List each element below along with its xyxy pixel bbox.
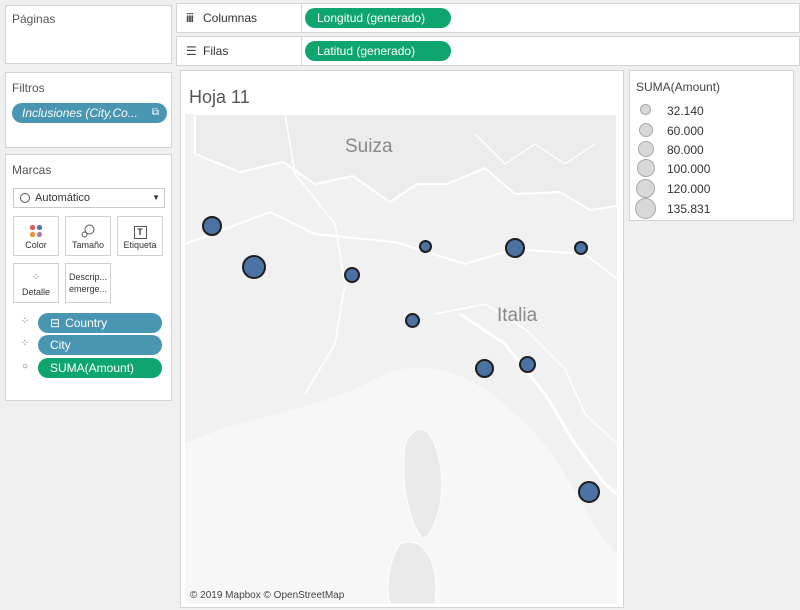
city-mark[interactable] (419, 240, 432, 253)
pages-title: Páginas (12, 12, 56, 26)
sheet-title: Hoja 11 (189, 87, 250, 107)
tooltip-button-label: Descrip... emerge... (69, 272, 108, 294)
circle-icon (640, 104, 651, 115)
collapse-icon: ⊟ (50, 316, 61, 330)
columns-icon: iii (186, 11, 194, 25)
size-icon (66, 222, 110, 240)
city-mark[interactable] (574, 241, 588, 255)
map-view[interactable]: Suiza Italia © 2019 Mapbox © OpenStreetM… (185, 114, 617, 604)
legend-entry: 100.000 (630, 159, 790, 178)
amount-pill[interactable]: SUMA(Amount) (38, 358, 162, 378)
link-icon: ⧉ (151, 107, 159, 118)
pages-card[interactable]: Páginas (5, 5, 172, 64)
filter-pill-label: Inclusiones (City,Co... (22, 106, 138, 120)
label-button[interactable]: T Etiqueta (117, 216, 163, 256)
map-attribution: © 2019 Mapbox © OpenStreetMap (190, 590, 345, 601)
latitude-pill[interactable]: Latitud (generado) (305, 41, 451, 61)
longitude-pill[interactable]: Longitud (generado) (305, 8, 451, 28)
tooltip-button[interactable]: Descrip... emerge... (65, 263, 111, 303)
legend-entry: 80.000 (630, 141, 790, 159)
detail-icon: ⁘ (20, 316, 30, 327)
marks-title: Marcas (12, 163, 52, 177)
detail-icon: ⁘ (20, 338, 30, 349)
country-pill-label: Country (65, 316, 108, 330)
city-pill[interactable]: City (38, 335, 162, 355)
filter-pill-inclusions[interactable]: Inclusiones (City,Co... ⧉ (12, 103, 167, 123)
legend-value: 100.000 (667, 162, 711, 176)
city-mark[interactable] (202, 216, 222, 236)
legend-value: 120.000 (667, 182, 711, 196)
size-icon: ○ (21, 361, 29, 372)
columns-shelf[interactable]: iii Columnas Longitud (generado) (176, 3, 800, 33)
columns-label: Columnas (203, 11, 258, 25)
text-icon: T (118, 222, 162, 240)
circle-icon (635, 198, 656, 219)
map-background (185, 114, 617, 604)
legend-entry: 120.000 (630, 179, 790, 198)
label-button-label: Etiqueta (123, 240, 157, 250)
legend-value: 80.000 (667, 143, 704, 157)
detail-button-label: Detalle (21, 287, 50, 297)
size-legend[interactable]: SUMA(Amount) 32.140 60.000 80.000 100.00… (629, 70, 794, 221)
rows-icon: ☰ (186, 44, 197, 58)
detail-icon: ⁘ (31, 272, 41, 283)
color-button[interactable]: Color (13, 216, 59, 256)
size-button[interactable]: Tamaño (65, 216, 111, 256)
dropdown-arrow-icon: ▼ (152, 193, 160, 202)
legend-value: 60.000 (667, 124, 704, 138)
circle-icon (636, 179, 655, 198)
city-mark[interactable] (242, 255, 266, 279)
circle-icon (638, 141, 654, 157)
city-mark[interactable] (475, 359, 494, 378)
circle-icon (637, 159, 655, 177)
columns-shelf-header: iii Columnas (177, 4, 302, 32)
legend-value: 135.831 (667, 202, 711, 216)
detail-button[interactable]: ⁘ Detalle (13, 263, 59, 303)
rows-shelf[interactable]: ☰ Filas Latitud (generado) (176, 36, 800, 66)
city-mark[interactable] (519, 356, 536, 373)
legend-title: SUMA(Amount) (636, 80, 721, 94)
circle-outline-icon (20, 193, 30, 203)
city-mark[interactable] (344, 267, 360, 283)
legend-entry: 135.831 (630, 198, 790, 219)
filters-card[interactable]: Filtros Inclusiones (City,Co... ⧉ (5, 72, 172, 148)
city-mark[interactable] (505, 238, 525, 258)
rows-shelf-header: ☰ Filas (177, 37, 302, 65)
map-label-italia: Italia (497, 305, 538, 326)
city-mark[interactable] (578, 481, 600, 503)
legend-entry: 60.000 (630, 122, 790, 140)
filters-title: Filtros (12, 81, 45, 95)
legend-entry: 32.140 (630, 102, 790, 120)
mark-type-dropdown[interactable]: Automático ▼ (13, 188, 165, 208)
country-pill[interactable]: ⊟ Country (38, 313, 162, 333)
legend-value: 32.140 (667, 104, 704, 118)
mark-type-value: Automático (35, 192, 91, 204)
city-mark[interactable] (405, 313, 420, 328)
circle-icon (639, 123, 653, 137)
color-icon (14, 222, 58, 240)
color-button-label: Color (25, 240, 47, 250)
map-label-suiza: Suiza (345, 136, 393, 157)
rows-label: Filas (203, 44, 229, 58)
size-button-label: Tamaño (71, 240, 105, 250)
